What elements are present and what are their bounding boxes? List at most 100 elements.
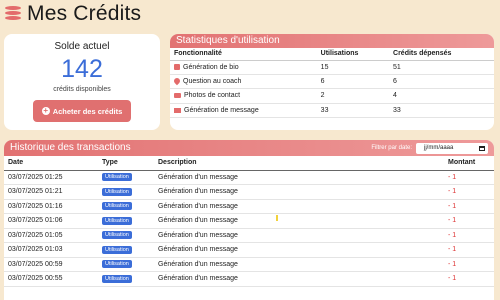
description-cell: Génération d'un message <box>154 170 444 185</box>
credits-cell: 6 <box>389 74 494 90</box>
table-row: 03/07/2025 00:59 Utilisation Génération d'… <box>4 257 494 272</box>
type-badge: Utilisation <box>102 216 132 225</box>
usage-stats-card: Statistiques d'utilisation Fonctionnalit… <box>170 34 494 130</box>
type-badge: Utilisation <box>102 231 132 240</box>
type-cell: Utilisation <box>98 199 154 214</box>
amount-cell: - 1 <box>444 257 494 272</box>
column-header: Utilisations <box>316 48 390 61</box>
uses-cell: 15 <box>316 60 390 75</box>
date-cell: 03/07/2025 00:55 <box>4 271 98 287</box>
feature-name: Génération de message <box>184 106 259 114</box>
date-cell: 03/07/2025 01:25 <box>4 170 98 185</box>
transaction-table: Date Type Description Montant 03/07/2025… <box>4 156 494 287</box>
date-cell: 03/07/2025 01:05 <box>4 228 98 243</box>
column-header: Date <box>4 156 98 171</box>
credits-cell: 33 <box>389 103 494 119</box>
feature-cell: Question au coach <box>170 74 317 90</box>
date-cell: 03/07/2025 01:21 <box>4 184 98 200</box>
type-badge: Utilisation <box>102 260 132 269</box>
table-row: 03/07/2025 01:16 Utilisation Génération d'… <box>4 199 494 214</box>
table-header-row: Fonctionnalité Utilisations Crédits dépe… <box>170 48 494 61</box>
feature-name: Photos de contact <box>184 92 241 100</box>
description-cell: Génération d'un message <box>154 257 444 272</box>
column-header: Montant <box>444 156 494 171</box>
page-title: Mes Crédits <box>27 2 142 25</box>
amount-cell: - 1 <box>444 170 494 185</box>
date-cell: 03/07/2025 01:06 <box>4 213 98 229</box>
type-cell: Utilisation <box>98 170 154 185</box>
table-row: 03/07/2025 01:21 Utilisation Génération d'… <box>4 184 494 200</box>
history-header: Historique des transactions Filtrer par … <box>4 140 494 156</box>
date-filter-input[interactable]: jj/mm/aaaa <box>416 142 488 154</box>
column-header: Crédits dépensés <box>389 48 494 61</box>
table-row: 03/07/2025 01:06 Utilisation Génération d'… <box>4 213 494 229</box>
balance-subtitle: crédits disponibles <box>53 86 111 93</box>
date-placeholder: jj/mm/aaaa <box>424 145 454 151</box>
buy-credits-label: Acheter des crédits <box>52 106 123 116</box>
date-cell: 03/07/2025 01:16 <box>4 199 98 214</box>
table-row: 03/07/2025 01:03 Utilisation Génération d'… <box>4 242 494 258</box>
type-badge: Utilisation <box>102 274 132 283</box>
description-cell: Génération d'un message <box>154 213 444 229</box>
history-title: Historique des transactions <box>10 142 131 153</box>
usage-stats-title: Statistiques d'utilisation <box>170 34 494 48</box>
balance-label: Solde actuel <box>54 41 110 52</box>
feature-name: Question au coach <box>183 78 242 86</box>
description-cell: Génération d'un message <box>154 242 444 258</box>
text-cursor <box>276 215 278 221</box>
balance-value: 142 <box>61 55 103 83</box>
table-header-row: Date Type Description Montant <box>4 156 494 171</box>
type-cell: Utilisation <box>98 242 154 258</box>
envelope-icon <box>174 107 181 113</box>
type-badge: Utilisation <box>102 173 132 182</box>
feature-cell: Génération de bio <box>170 60 317 75</box>
stats-row: Photos de contact 2 4 <box>170 88 494 104</box>
date-cell: 03/07/2025 01:03 <box>4 242 98 258</box>
stats-row: Question au coach 6 6 <box>170 74 494 90</box>
photo-icon <box>174 93 181 99</box>
balance-card: Solde actuel 142 crédits disponibles + A… <box>4 34 160 130</box>
stats-row: Génération de message 33 33 <box>170 103 494 119</box>
stats-row: Génération de bio 15 51 <box>170 60 494 75</box>
calendar-icon[interactable] <box>479 145 485 151</box>
table-row: 03/07/2025 00:55 Utilisation Génération d'… <box>4 271 494 287</box>
type-cell: Utilisation <box>98 213 154 229</box>
plus-circle-icon: + <box>41 106 50 115</box>
heart-icon <box>172 76 182 86</box>
credits-cell: 51 <box>389 60 494 75</box>
table-row: 03/07/2025 01:25 Utilisation Génération d'… <box>4 170 494 185</box>
column-header: Fonctionnalité <box>170 48 317 61</box>
type-cell: Utilisation <box>98 271 154 287</box>
amount-cell: - 1 <box>444 199 494 214</box>
buy-credits-button[interactable]: + Acheter des crédits <box>33 100 131 122</box>
page-header: Mes Crédits <box>4 2 141 26</box>
amount-cell: - 1 <box>444 271 494 287</box>
type-cell: Utilisation <box>98 257 154 272</box>
amount-cell: - 1 <box>444 228 494 243</box>
feature-name: Génération de bio <box>183 63 239 71</box>
description-cell: Génération d'un message <box>154 199 444 214</box>
transaction-history-card: Historique des transactions Filtrer par … <box>4 140 494 300</box>
description-cell: Génération d'un message <box>154 184 444 200</box>
date-cell: 03/07/2025 00:59 <box>4 257 98 272</box>
table-row: 03/07/2025 01:05 Utilisation Génération d'… <box>4 228 494 243</box>
type-badge: Utilisation <box>102 245 132 254</box>
filter-label: Filtrer par date: <box>371 145 412 151</box>
uses-cell: 2 <box>316 88 390 104</box>
feature-cell: Génération de message <box>170 103 317 119</box>
document-icon <box>174 63 180 70</box>
description-cell: Génération d'un message <box>154 271 444 287</box>
description-cell: Génération d'un message <box>154 228 444 243</box>
column-header: Description <box>154 156 444 171</box>
type-badge: Utilisation <box>102 202 132 211</box>
type-badge: Utilisation <box>102 187 132 196</box>
type-cell: Utilisation <box>98 228 154 243</box>
uses-cell: 6 <box>316 74 390 90</box>
type-cell: Utilisation <box>98 184 154 200</box>
coins-icon <box>4 4 22 24</box>
amount-cell: - 1 <box>444 242 494 258</box>
amount-cell: - 1 <box>444 213 494 229</box>
uses-cell: 33 <box>316 103 390 119</box>
date-filter: Filtrer par date: jj/mm/aaaa <box>371 141 488 155</box>
usage-stats-table: Fonctionnalité Utilisations Crédits dépe… <box>170 48 494 119</box>
